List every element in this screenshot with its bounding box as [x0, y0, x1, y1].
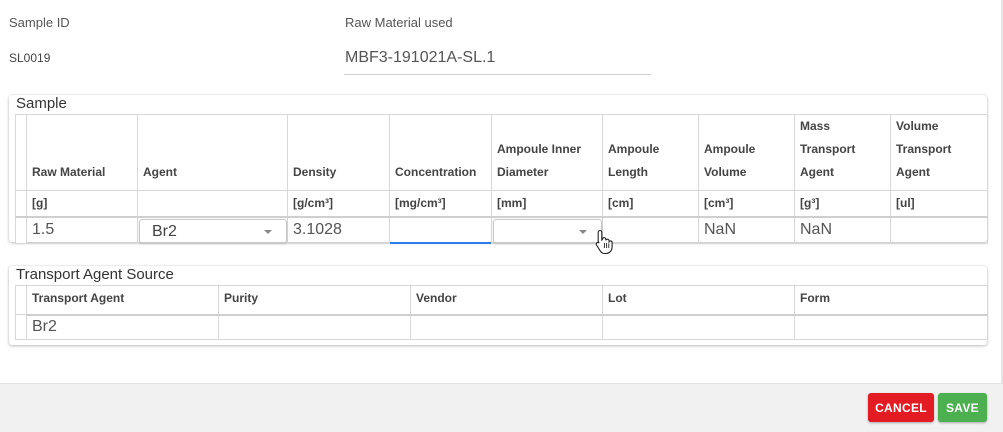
row-gutter	[15, 114, 27, 191]
cancel-button[interactable]: CANCEL	[868, 393, 934, 422]
col-transport-agent: Transport Agent	[26, 285, 219, 316]
sample-header-row: Raw Material Agent Density Concentration…	[15, 114, 988, 191]
sample-card: Sample Raw Material Agent Density Concen…	[9, 95, 988, 244]
col-ampoule-length: Ampoule Length	[602, 114, 699, 191]
chevron-down-icon	[264, 229, 272, 234]
table-row: 1.5 Br2 3.1028 NaN NaN	[15, 216, 988, 244]
dialog-footer: CANCEL SAVE	[0, 383, 1003, 432]
unit-ampoule-volume: [cm³]	[698, 190, 795, 218]
table-row: Br2	[15, 314, 988, 340]
col-agent: Agent	[137, 114, 288, 191]
cell-purity[interactable]	[218, 314, 411, 340]
cell-ampoule-inner-diameter	[491, 216, 603, 244]
unit-mass-transport-agent: [g³]	[794, 190, 891, 218]
transport-agent-source-card: Transport Agent Source Transport Agent P…	[9, 266, 988, 345]
row-gutter	[15, 190, 27, 218]
col-raw-material: Raw Material	[26, 114, 138, 191]
agent-select[interactable]: Br2	[139, 218, 287, 243]
unit-agent	[137, 190, 288, 218]
col-concentration: Concentration	[389, 114, 492, 191]
row-gutter	[15, 314, 27, 340]
col-vendor: Vendor	[410, 285, 603, 316]
cell-form[interactable]	[794, 314, 988, 340]
chevron-down-icon	[579, 229, 587, 234]
transport-table: Transport Agent Purity Vendor Lot Form B…	[15, 285, 988, 340]
col-ampoule-inner-diameter: Ampoule Inner Diameter	[491, 114, 603, 191]
save-button[interactable]: SAVE	[938, 393, 987, 422]
sample-id-value: SL0019	[9, 51, 51, 65]
col-mass-transport-agent: Mass Transport Agent	[794, 114, 891, 191]
unit-concentration: [mg/cm³]	[389, 190, 492, 218]
unit-ampoule-length: [cm]	[602, 190, 699, 218]
unit-volume-transport-agent: [ul]	[890, 190, 988, 218]
col-lot: Lot	[602, 285, 795, 316]
col-purity: Purity	[218, 285, 411, 316]
sample-card-title: Sample	[16, 95, 67, 112]
cell-ampoule-volume: NaN	[698, 216, 795, 244]
col-volume-transport-agent: Volume Transport Agent	[890, 114, 988, 191]
unit-raw-material: [g]	[26, 190, 138, 218]
cell-lot[interactable]	[602, 314, 795, 340]
cell-agent: Br2	[137, 216, 288, 244]
unit-density: [g/cm³]	[287, 190, 390, 218]
col-ampoule-volume: Ampoule Volume	[698, 114, 795, 191]
sample-form-page: Sample ID SL0019 Raw Material used MBF3-…	[0, 0, 1003, 432]
cell-vendor[interactable]	[410, 314, 603, 340]
cell-transport-agent[interactable]: Br2	[26, 314, 219, 340]
concentration-input[interactable]	[389, 216, 492, 244]
unit-ampoule-inner-diameter: [mm]	[491, 190, 603, 218]
cell-ampoule-length[interactable]	[602, 216, 699, 244]
raw-material-used-label: Raw Material used	[345, 15, 453, 30]
col-form: Form	[794, 285, 988, 316]
cell-mass-transport-agent: NaN	[794, 216, 891, 244]
sample-unit-row: [g] [g/cm³] [mg/cm³] [mm] [cm] [cm³] [g³…	[15, 190, 988, 218]
hand-pointer-icon	[595, 229, 613, 255]
agent-select-value: Br2	[152, 222, 177, 240]
col-density: Density	[287, 114, 390, 191]
inner-diameter-select[interactable]	[493, 218, 602, 243]
cell-raw-material[interactable]: 1.5	[26, 216, 138, 244]
sample-id-label: Sample ID	[9, 15, 70, 30]
cell-density[interactable]: 3.1028	[287, 216, 390, 244]
input-focus-underline	[390, 241, 491, 244]
sample-table: Raw Material Agent Density Concentration…	[15, 114, 988, 244]
cell-volume-transport-agent[interactable]	[890, 216, 988, 244]
row-gutter	[15, 285, 27, 315]
transport-header-row: Transport Agent Purity Vendor Lot Form	[15, 285, 988, 316]
row-gutter	[15, 216, 27, 244]
raw-material-used-field[interactable]: MBF3-191021A-SL.1	[344, 40, 651, 75]
transport-card-title: Transport Agent Source	[16, 266, 174, 283]
